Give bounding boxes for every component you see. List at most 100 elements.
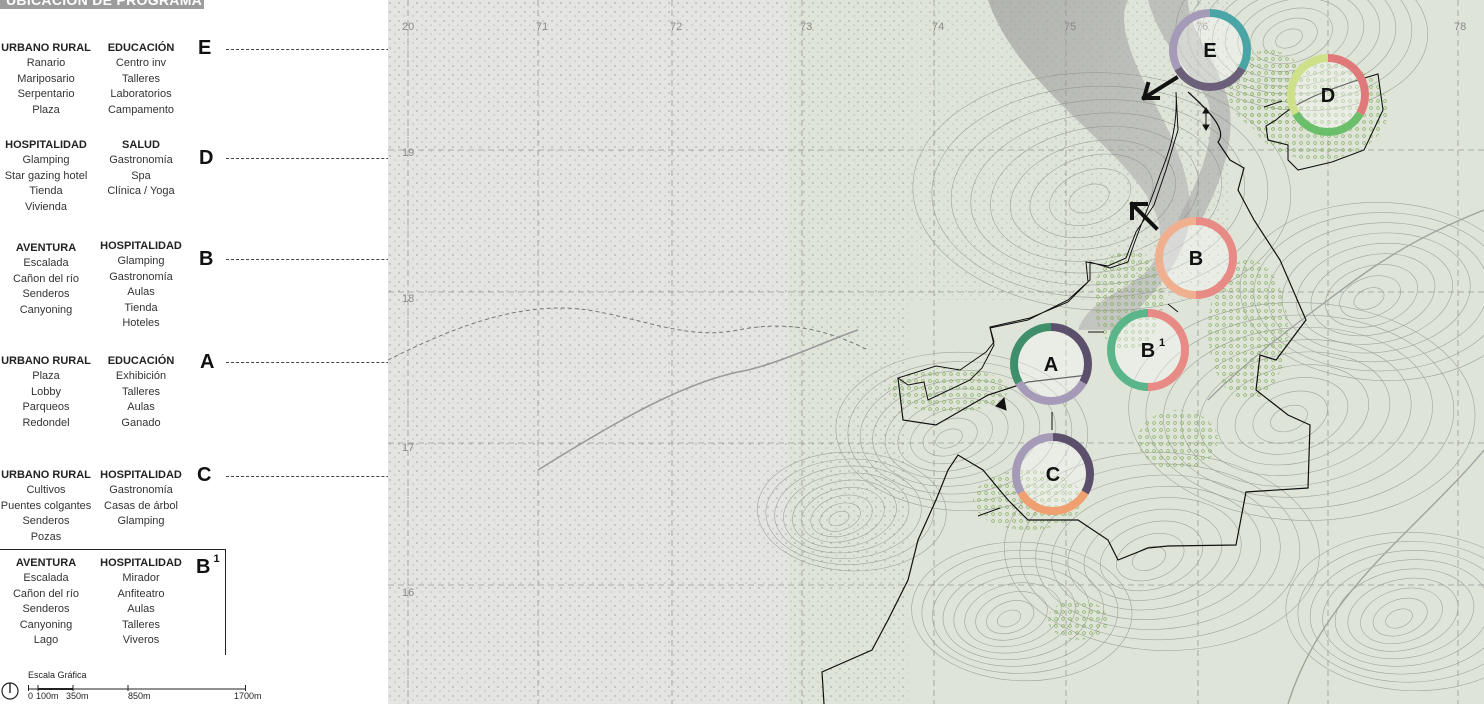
legend-col-right: SALUD Gastronomía Spa Clínica / Yoga	[95, 138, 187, 200]
legend-item: Puentes colgantes	[0, 499, 92, 512]
legend-item: Gastronomía	[109, 484, 173, 496]
graphic-scale: Escala Gráfica 0 100m 350m 850m 1700m	[0, 668, 280, 704]
legend-heading: EDUCACIÓN	[107, 42, 175, 54]
zone-ring-b: B	[1155, 217, 1237, 299]
zone-letter-a: A	[200, 351, 214, 374]
scale-label: 1700m	[234, 691, 262, 701]
legend-item: Redondel	[22, 416, 70, 429]
legend-col-left: URBANO RURAL Cultivos Puentes colgantes …	[0, 468, 92, 545]
zone-letter-text: D	[199, 147, 214, 169]
zone-ring-label: D	[1321, 85, 1335, 107]
zone-letter-text: E	[198, 37, 212, 59]
legend-item: Talleres	[122, 618, 160, 631]
legend-heading: AVENTURA	[15, 242, 77, 254]
legend-b1-side-rule	[225, 549, 226, 655]
legend-item: Canyoning	[19, 618, 73, 631]
legend-col-left: HOSPITALIDAD Glamping Star gazing hotel …	[0, 138, 92, 215]
legend-item: Hoteles	[122, 317, 160, 329]
legend-item: Viveros	[122, 634, 160, 646]
legend-col-right: HOSPITALIDAD Mirador Anfiteatro Aulas Ta…	[95, 556, 187, 649]
legend-item: Anfiteatro	[117, 587, 165, 600]
legend-item: Casas de árbol	[104, 499, 178, 512]
zone-letter-text: A	[200, 351, 215, 373]
legend-item: Plaza	[32, 103, 60, 116]
grid-label-x: 74	[932, 21, 944, 33]
zone-letter-text: B	[196, 556, 211, 578]
legend-item: Star gazing hotel	[4, 169, 88, 182]
legend-heading: EDUCACIÓN	[107, 355, 175, 367]
legend-item: Centro inv	[115, 57, 167, 69]
grid-label-x: 72	[670, 21, 682, 33]
zone-letter-e: E	[198, 37, 211, 60]
legend-col-right: EDUCACIÓN Centro inv Talleres Laboratori…	[95, 41, 187, 118]
legend-item: Gastronomía	[109, 270, 173, 283]
legend-item: Ranario	[26, 57, 66, 69]
zone-letter-b: B	[199, 248, 213, 271]
grid-label-y: 19	[402, 147, 414, 159]
legend-heading: URBANO RURAL	[1, 42, 91, 54]
grid-label-x: 73	[800, 21, 812, 33]
legend-item: Spa	[131, 169, 151, 182]
legend-item: Ganado	[121, 416, 161, 429]
zone-ring-superscript: 1	[1159, 337, 1165, 349]
legend-col-left: URBANO RURAL Plaza Lobby Parqueos Redond…	[0, 354, 92, 431]
site-map: 20 71 72 73 74 75 76 78 19 18 17 16	[388, 0, 1484, 704]
legend-col-right: EDUCACIÓN Exhibición Talleres Aulas Gana…	[95, 354, 187, 431]
zone-ring-c: C	[1012, 433, 1094, 515]
legend-item: Serpentario	[17, 88, 75, 100]
legend-item: Talleres	[122, 72, 160, 85]
legend-heading: HOSPITALIDAD	[100, 557, 182, 569]
zone-ring-label: E	[1203, 40, 1216, 62]
zone-ring-label: A	[1044, 354, 1058, 376]
legend-item: Campamento	[107, 103, 175, 116]
legend-item: Gastronomía	[109, 154, 173, 166]
grid-label-y: 17	[402, 442, 414, 454]
legend-item: Escalada	[23, 572, 69, 584]
legend-heading: HOSPITALIDAD	[100, 240, 182, 252]
legend-heading: URBANO RURAL	[1, 355, 91, 367]
legend-item: Glamping	[117, 515, 165, 527]
zone-ring-label: B	[1189, 248, 1203, 270]
legend-item: Lago	[33, 634, 59, 646]
legend-item: Lobby	[31, 385, 61, 398]
legend-heading: SALUD	[122, 139, 160, 151]
legend-item: Talleres	[122, 385, 160, 398]
legend-item: Plaza	[32, 370, 60, 382]
legend-item: Cultivos	[26, 484, 66, 496]
legend-item: Exhibición	[115, 370, 167, 382]
zone-letter-text: B	[199, 248, 214, 270]
scale-label: 0	[28, 691, 34, 701]
legend-heading: AVENTURA	[15, 557, 77, 569]
legend-item: Clínica / Yoga	[107, 185, 175, 197]
zone-ring-e: E	[1169, 9, 1251, 91]
legend-heading: HOSPITALIDAD	[100, 469, 182, 481]
zone-letter-b1: B1	[196, 553, 220, 579]
legend-item: Aulas	[127, 401, 155, 413]
grid-label-y: 16	[402, 587, 414, 599]
legend-col-left: URBANO RURAL Ranario Mariposario Serpent…	[0, 41, 92, 118]
legend-item: Parqueos	[22, 401, 70, 413]
zone-ring-b1: B1	[1107, 309, 1189, 391]
legend-heading: HOSPITALIDAD	[5, 139, 87, 151]
legend-col-right: HOSPITALIDAD Glamping Gastronomía Aulas …	[95, 239, 187, 332]
legend-item: Senderos	[22, 515, 70, 527]
program-legend: URBANO RURAL Ranario Mariposario Serpent…	[0, 0, 1236, 704]
scale-title: Escala Gráfica	[28, 670, 87, 680]
legend-item: Escalada	[23, 257, 69, 269]
site-map-canvas: 20 71 72 73 74 75 76 78 19 18 17 16	[388, 0, 1484, 704]
legend-item: Vivienda	[25, 200, 67, 213]
zone-letter-text: C	[197, 464, 212, 486]
legend-item: Glamping	[22, 154, 70, 166]
zone-ring-label: B	[1141, 340, 1155, 362]
scale-label: 100m	[36, 691, 59, 701]
zone-ring-label: C	[1046, 464, 1060, 486]
legend-item: Laboratorios	[110, 88, 172, 100]
legend-item: Tienda	[29, 185, 63, 197]
legend-item: Glamping	[117, 255, 165, 267]
grid-label-x: 20	[402, 21, 414, 33]
legend-item: Aulas	[127, 603, 155, 615]
legend-col-left: AVENTURA Escalada Cañon del río Senderos…	[0, 556, 92, 649]
legend-item: Mariposario	[17, 72, 75, 85]
legend-item: Cañon del río	[12, 272, 80, 285]
zone-letter-d: D	[199, 147, 213, 170]
